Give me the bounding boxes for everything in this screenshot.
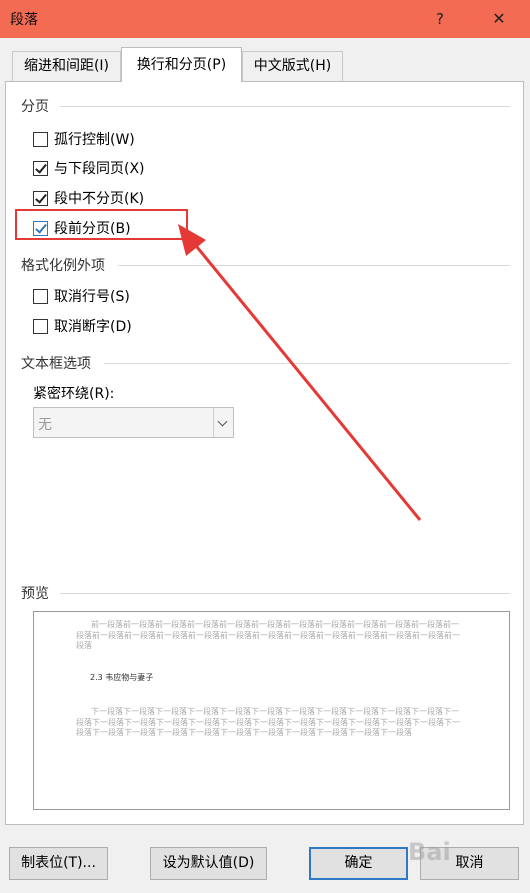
section-preview-label: 预览 xyxy=(21,586,49,602)
preview-next-paragraph: 下一段落下一段落下一段落下一段落下一段落下一段落下一段落下一段落下一段落下一段落… xyxy=(76,707,460,738)
section-divider xyxy=(118,265,510,266)
dont-hyphenate-checkbox[interactable] xyxy=(33,318,48,334)
preview-current-paragraph: 2.3 韦应物与妻子 xyxy=(90,673,154,682)
widow-control-option[interactable]: 孤行控制(W) xyxy=(33,128,135,150)
dont-hyphenate-label: 取消断字(D) xyxy=(54,319,132,335)
suppress-line-numbers-label: 取消行号(S) xyxy=(54,289,130,305)
widow-control-checkbox[interactable] xyxy=(33,131,48,147)
widow-control-label: 孤行控制(W) xyxy=(54,132,135,148)
keep-with-next-checkbox[interactable] xyxy=(33,160,48,176)
tight-wrap-select[interactable]: 无 xyxy=(33,407,234,438)
section-divider xyxy=(60,593,510,594)
section-format-exceptions-label: 格式化例外项 xyxy=(21,258,105,274)
tight-wrap-value: 无 xyxy=(38,417,52,433)
chevron-down-icon[interactable] xyxy=(213,408,233,437)
keep-lines-together-checkbox[interactable] xyxy=(33,190,48,206)
keep-lines-together-option[interactable]: 段中不分页(K) xyxy=(33,187,144,209)
preview-previous-paragraph: 前一段落前一段落前一段落前一段落前一段落前一段落前一段落前一段落前一段落前一段落… xyxy=(76,620,460,651)
suppress-line-numbers-option[interactable]: 取消行号(S) xyxy=(33,285,130,307)
tight-wrap-label: 紧密环绕(R): xyxy=(33,386,115,402)
preview-box: 前一段落前一段落前一段落前一段落前一段落前一段落前一段落前一段落前一段落前一段落… xyxy=(33,611,510,810)
section-textbox-options-label: 文本框选项 xyxy=(21,356,91,372)
annotation-highlight-box xyxy=(15,209,188,240)
keep-with-next-label: 与下段同页(X) xyxy=(54,161,145,177)
keep-lines-together-label: 段中不分页(K) xyxy=(54,191,145,207)
section-divider xyxy=(104,363,510,364)
section-divider xyxy=(60,106,510,107)
keep-with-next-option[interactable]: 与下段同页(X) xyxy=(33,157,145,179)
suppress-line-numbers-checkbox[interactable] xyxy=(33,288,48,304)
section-pagination-label: 分页 xyxy=(21,99,49,115)
watermark-text: Bai xyxy=(408,838,451,866)
dont-hyphenate-option[interactable]: 取消断字(D) xyxy=(33,315,132,337)
